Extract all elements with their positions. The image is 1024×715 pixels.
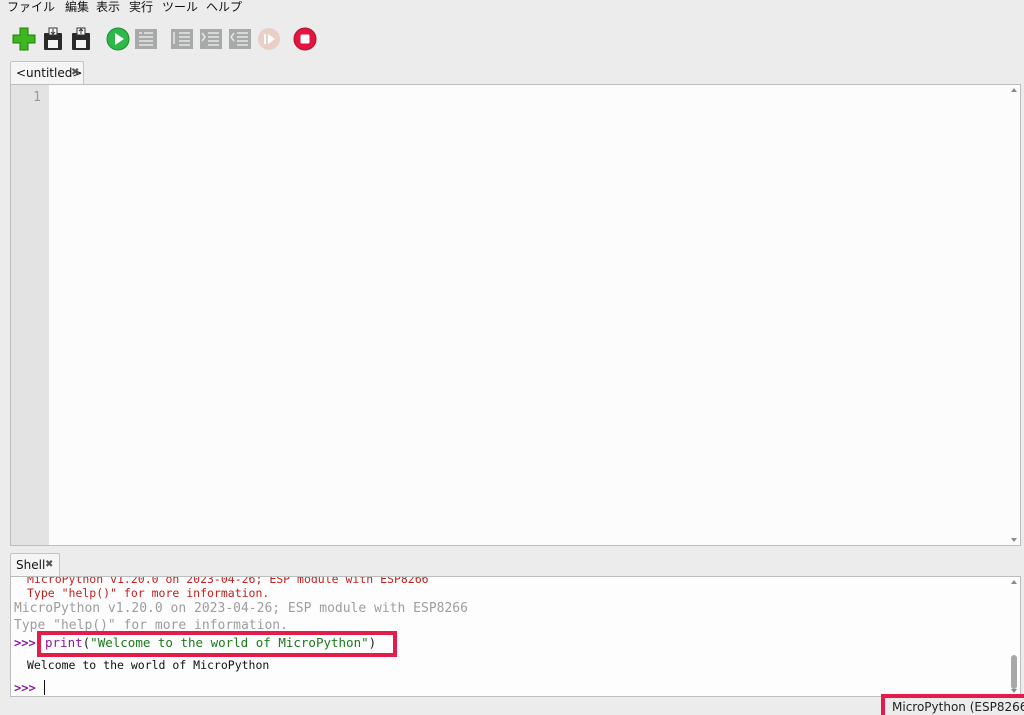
toolbar [0, 22, 1024, 56]
shell-banner-line: MicroPython v1.20.0 on 2023-04-26; ESP m… [27, 576, 429, 586]
shell-scrollbar[interactable] [1010, 579, 1018, 694]
menu-tools[interactable]: ツール [162, 0, 198, 14]
run-icon [106, 27, 130, 51]
step-into-button[interactable] [198, 26, 224, 52]
shell-banner-line: MicroPython v1.20.0 on 2023-04-26; ESP m… [14, 601, 468, 616]
open-file-button[interactable] [40, 26, 66, 52]
close-icon[interactable]: ✖ [45, 554, 53, 576]
resume-button[interactable] [256, 26, 282, 52]
line-number-gutter: 1 [11, 85, 49, 545]
code-editor[interactable]: 1 [10, 84, 1021, 546]
shell-help-line: Type "help()" for more information. [27, 586, 270, 600]
menu-view[interactable]: 表示 [96, 0, 120, 14]
step-out-button[interactable] [227, 26, 253, 52]
scroll-down-icon[interactable] [1011, 689, 1017, 693]
step-out-icon [229, 29, 251, 49]
run-button[interactable] [105, 26, 131, 52]
debug-icon [135, 29, 157, 49]
menu-help[interactable]: ヘルプ [206, 0, 242, 14]
shell-tab-label: Shell [16, 558, 46, 572]
close-icon[interactable]: ✖ [71, 62, 79, 84]
menu-file[interactable]: ファイル [7, 0, 55, 14]
save-file-icon [72, 27, 90, 50]
menu-edit[interactable]: 編集 [65, 0, 89, 14]
editor-scrollbar[interactable] [1010, 87, 1018, 543]
scroll-down-icon[interactable] [1011, 538, 1017, 542]
menu-run[interactable]: 実行 [129, 0, 153, 14]
tab-shell[interactable]: Shell ✖ [10, 553, 60, 576]
new-file-button[interactable] [11, 26, 37, 52]
open-file-icon [44, 27, 62, 50]
shell-prompt: >>> [14, 681, 36, 695]
scroll-up-icon[interactable] [1011, 580, 1017, 584]
shell-output: Welcome to the world of MicroPython [27, 658, 270, 672]
save-file-button[interactable] [68, 26, 94, 52]
scroll-up-icon[interactable] [1011, 88, 1017, 92]
line-number: 1 [33, 90, 41, 105]
stop-icon [293, 27, 317, 51]
scrollbar-thumb[interactable] [1011, 655, 1017, 689]
debug-button[interactable] [133, 26, 159, 52]
text-cursor [44, 680, 45, 695]
step-over-icon [171, 29, 193, 49]
step-into-icon [200, 29, 222, 49]
menu-bar: ファイル 編集 表示 実行 ツール ヘルプ [0, 0, 1024, 16]
resume-icon [258, 28, 280, 50]
new-file-icon [12, 27, 36, 51]
interpreter-selector[interactable]: MicroPython (ESP8266) [892, 700, 1024, 714]
command-highlight-box [37, 631, 397, 657]
tab-untitled[interactable]: <untitled> ✖ [10, 61, 84, 84]
step-over-button[interactable] [169, 26, 195, 52]
stop-button[interactable] [292, 26, 318, 52]
shell-prompt: >>> [14, 636, 36, 650]
